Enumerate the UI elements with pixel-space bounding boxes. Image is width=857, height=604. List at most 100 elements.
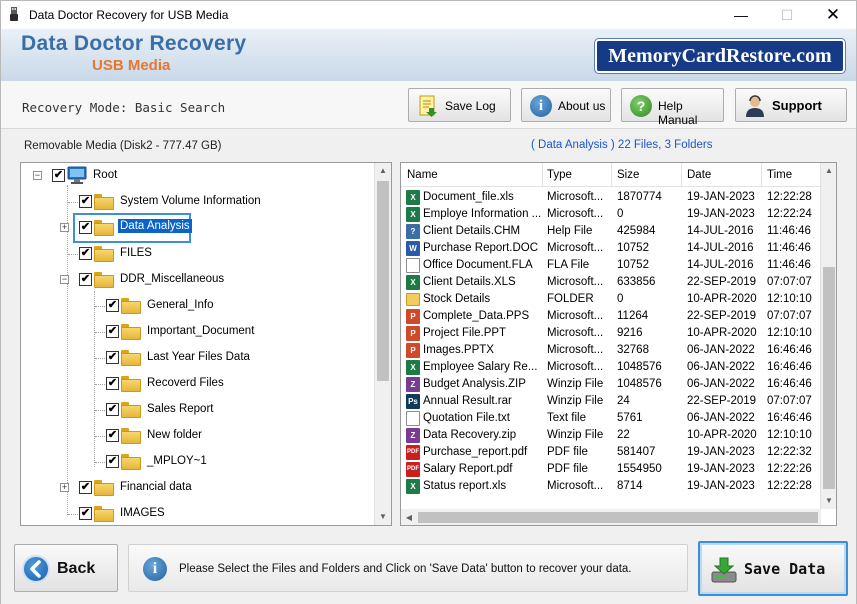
tree-checkbox[interactable]: ✔ [106, 455, 119, 468]
table-row[interactable]: Ps Annual Result.rar Winzip File 24 22-SEP-2… [401, 393, 821, 410]
tree-checkbox[interactable]: ✔ [79, 481, 92, 494]
column-header-type[interactable]: Type [547, 169, 572, 181]
column-divider[interactable] [681, 163, 682, 187]
recovery-mode-label: Recovery Mode: Basic Search [22, 100, 226, 115]
expand-toggle[interactable]: + [60, 223, 69, 232]
cell-time: 11:46:46 [767, 242, 811, 254]
tree-checkbox[interactable]: ✔ [106, 351, 119, 364]
tree-checkbox[interactable]: ✔ [106, 403, 119, 416]
file-list[interactable]: Name Type Size Date Time X Document_file.… [400, 162, 837, 526]
tree-checkbox[interactable]: ✔ [106, 325, 119, 338]
cell-size: 633856 [617, 276, 656, 288]
table-row[interactable]: W Purchase Report.DOC Microsoft... 10752 14-… [401, 240, 821, 257]
folder-tree[interactable]: − ✔ Root ✔ System Volume Information + ✔… [20, 162, 392, 526]
tree-checkbox[interactable]: ✔ [79, 221, 92, 234]
scroll-thumb[interactable] [377, 181, 389, 381]
save-log-button[interactable]: Save Log [408, 88, 511, 122]
cell-time: 12:22:28 [767, 480, 812, 492]
column-header-date[interactable]: Date [687, 169, 711, 181]
tree-node-sales-report[interactable]: ✔ Sales Report [21, 399, 371, 421]
tree-node-new-folder[interactable]: ✔ New folder [21, 425, 371, 447]
column-divider[interactable] [611, 163, 612, 187]
tree-node-mploy[interactable]: ✔ _MPLOY~1 [21, 451, 371, 473]
table-row[interactable]: P Project File.PPT Microsoft... 9216 10-APR-… [401, 325, 821, 342]
table-row[interactable]: ? Client Details.CHM Help File 425984 14-JUL… [401, 223, 821, 240]
help-icon: ? [630, 95, 652, 117]
tree-node-data-analysis[interactable]: + ✔ Data Analysis [21, 213, 371, 243]
help-manual-button[interactable]: ? Help Manual [621, 88, 724, 127]
tree-node-files[interactable]: ✔ FILES [21, 243, 371, 265]
scroll-down-arrow[interactable]: ▼ [821, 493, 836, 509]
collapse-toggle[interactable]: − [60, 275, 69, 284]
column-header-size[interactable]: Size [617, 169, 639, 181]
table-row[interactable]: Z Data Recovery.zip Winzip File 22 10-APR-20… [401, 427, 821, 444]
support-button[interactable]: Support [735, 88, 847, 122]
table-row[interactable]: PDF Salary Report.pdf PDF file 1554950 19-JA… [401, 461, 821, 478]
table-row[interactable]: X Status report.xls Microsoft... 8714 19-JAN… [401, 478, 821, 495]
table-row[interactable]: X Client Details.XLS Microsoft... 633856 22-… [401, 274, 821, 291]
tree-checkbox[interactable]: ✔ [106, 299, 119, 312]
column-divider[interactable] [761, 163, 762, 187]
folder-icon [121, 350, 141, 366]
maximize-button[interactable]: ☐ [764, 1, 810, 29]
root-checkbox[interactable]: ✔ [52, 169, 65, 182]
table-row[interactable]: Quotation File.txt Text file 5761 06-JAN-20… [401, 410, 821, 427]
excel-icon: X [406, 190, 420, 205]
cell-size: 1048576 [617, 361, 662, 373]
table-row[interactable]: Stock Details FOLDER 0 10-APR-2020 12:10:10 [401, 291, 821, 308]
scroll-thumb[interactable] [823, 267, 835, 489]
table-row[interactable]: X Employe Information ... Microsoft... 0 19-… [401, 206, 821, 223]
tree-node-ddr-miscellaneous[interactable]: − ✔ DDR_Miscellaneous [21, 269, 371, 291]
cell-date: 10-APR-2020 [687, 429, 757, 441]
tree-node-root[interactable]: − ✔ Root [21, 165, 371, 187]
scroll-left-arrow[interactable]: ◀ [401, 509, 417, 525]
table-row[interactable]: P Images.PPTX Microsoft... 32768 06-JAN-2022… [401, 342, 821, 359]
back-button[interactable]: Back [14, 544, 118, 592]
tree-checkbox[interactable]: ✔ [79, 507, 92, 520]
tree-node-general-info[interactable]: ✔ General_Info [21, 295, 371, 317]
expand-toggle[interactable]: + [60, 483, 69, 492]
table-row[interactable]: P Complete_Data.PPS Microsoft... 11264 22-SE… [401, 308, 821, 325]
instruction-message: i Please Select the Files and Folders an… [128, 544, 688, 592]
save-data-button[interactable]: Save Data [698, 541, 848, 596]
cell-type: FLA File [547, 259, 590, 271]
tree-node-images[interactable]: ✔ IMAGES [21, 503, 371, 525]
tree-node-last-year-files-data[interactable]: ✔ Last Year Files Data [21, 347, 371, 369]
cell-size: 0 [617, 293, 624, 305]
tree-checkbox[interactable]: ✔ [106, 377, 119, 390]
tree-node-recoverd-files[interactable]: ✔ Recoverd Files [21, 373, 371, 395]
table-row[interactable]: X Employee Salary Re... Microsoft... 104857… [401, 359, 821, 376]
cell-time: 11:46:46 [767, 225, 811, 237]
tree-checkbox[interactable]: ✔ [106, 429, 119, 442]
tree-node-important-document[interactable]: ✔ Important_Document [21, 321, 371, 343]
tree-node-financial-data[interactable]: + ✔ Financial data [21, 477, 371, 499]
list-vertical-scrollbar[interactable]: ▲ ▼ [820, 163, 836, 509]
tree-checkbox[interactable]: ✔ [79, 247, 92, 260]
tree-checkbox[interactable]: ✔ [79, 273, 92, 286]
scroll-up-arrow[interactable]: ▲ [821, 163, 836, 179]
scroll-down-arrow[interactable]: ▼ [375, 509, 391, 525]
column-divider[interactable] [542, 163, 543, 187]
close-button[interactable]: ✕ [810, 1, 856, 29]
scroll-thumb[interactable] [418, 512, 818, 523]
list-horizontal-scrollbar[interactable]: ◀ [401, 509, 821, 525]
table-row[interactable]: Z Budget Analysis.ZIP Winzip File 1048576 06… [401, 376, 821, 393]
minimize-button[interactable]: — [718, 1, 764, 29]
tree-node-system-volume-information[interactable]: ✔ System Volume Information [21, 191, 371, 213]
table-row[interactable]: PDF Purchase_report.pdf PDF file 581407 19-J… [401, 444, 821, 461]
table-row[interactable]: Office Document.FLA FLA File 10752 14-JUL-2… [401, 257, 821, 274]
save-data-label: Save Data [744, 560, 826, 578]
scroll-up-arrow[interactable]: ▲ [375, 163, 391, 179]
tree-vertical-scrollbar[interactable]: ▲ ▼ [374, 163, 391, 525]
tree-checkbox[interactable]: ✔ [79, 195, 92, 208]
tree-node-label: DDR_Miscellaneous [120, 273, 225, 285]
about-us-button[interactable]: i About us [521, 88, 611, 122]
folder-icon [121, 324, 141, 340]
tree-node-label: IMAGES [120, 507, 165, 519]
column-header-name[interactable]: Name [407, 169, 438, 181]
collapse-toggle[interactable]: − [33, 171, 42, 180]
cell-time: 07:07:07 [767, 276, 812, 288]
column-header-time[interactable]: Time [767, 169, 792, 181]
table-row[interactable]: X Document_file.xls Microsoft... 1870774 19-… [401, 189, 821, 206]
brand-logo[interactable]: MemoryCardRestore.com [595, 39, 845, 73]
